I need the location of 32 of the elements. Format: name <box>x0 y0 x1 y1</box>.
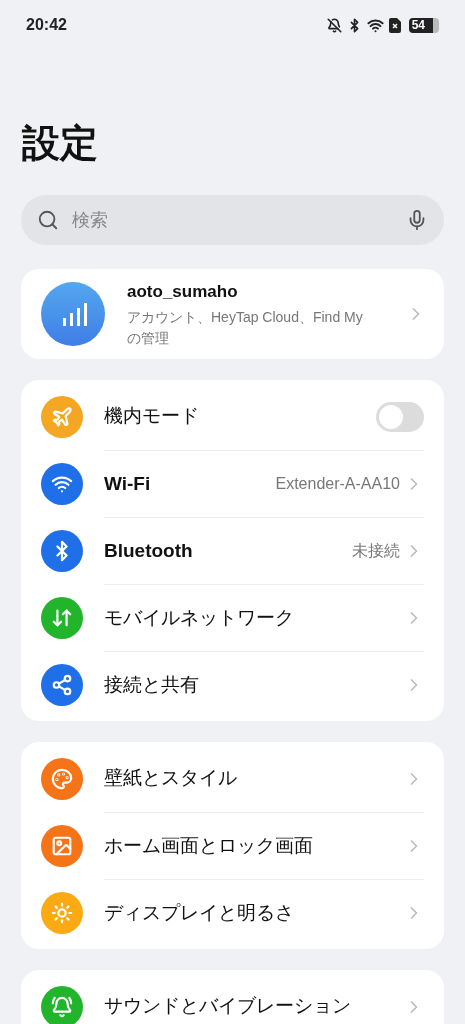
settings-row[interactable]: 機内モード <box>21 383 444 450</box>
settings-row[interactable]: Bluetooth 未接続 <box>21 517 444 584</box>
toggle-switch[interactable] <box>376 401 424 432</box>
account-name: aoto_sumaho <box>127 281 239 304</box>
avatar-icon <box>41 282 105 346</box>
settings-row[interactable]: ディスプレイと明るさ <box>21 879 444 946</box>
battery-indicator: 54 <box>408 17 439 33</box>
settings-row[interactable]: モバイルネットワーク <box>21 584 444 651</box>
setting-value: Extender-A-AA10 <box>275 474 400 494</box>
setting-label: 接続と共有 <box>104 672 200 697</box>
settings-row[interactable]: Wi-Fi Extender-A-AA10 <box>21 450 444 517</box>
status-time: 20:42 <box>26 15 67 35</box>
bell-muted-icon <box>326 17 342 33</box>
setting-label: Bluetooth <box>104 538 194 563</box>
settings-row[interactable]: 接続と共有 <box>21 651 444 718</box>
setting-value: 未接続 <box>352 541 400 561</box>
sim-card-icon <box>388 17 401 33</box>
setting-label: 壁紙とスタイル <box>104 766 238 791</box>
page-title: 設定 <box>21 121 99 166</box>
setting-label: サウンドとバイブレーション <box>104 994 352 1019</box>
settings-row[interactable]: ホーム画面とロック画面 <box>21 812 444 879</box>
search-field[interactable]: 検索 <box>21 195 444 245</box>
settings-row[interactable]: 壁紙とスタイル <box>21 745 444 812</box>
setting-label: ホーム画面とロック画面 <box>104 833 314 858</box>
settings-row[interactable]: サウンドとバイブレーション <box>21 973 444 1024</box>
setting-label: ディスプレイと明るさ <box>104 900 295 925</box>
account-description: アカウント、HeyTap Cloud、Find My の管理 <box>127 307 364 348</box>
account-card[interactable]: aoto_sumaho アカウント、HeyTap Cloud、Find My の管理 <box>21 269 444 359</box>
setting-label: Wi-Fi <box>104 471 152 496</box>
search-icon <box>37 209 59 231</box>
setting-label: 機内モード <box>104 404 200 429</box>
setting-label: モバイルネットワーク <box>104 605 295 630</box>
